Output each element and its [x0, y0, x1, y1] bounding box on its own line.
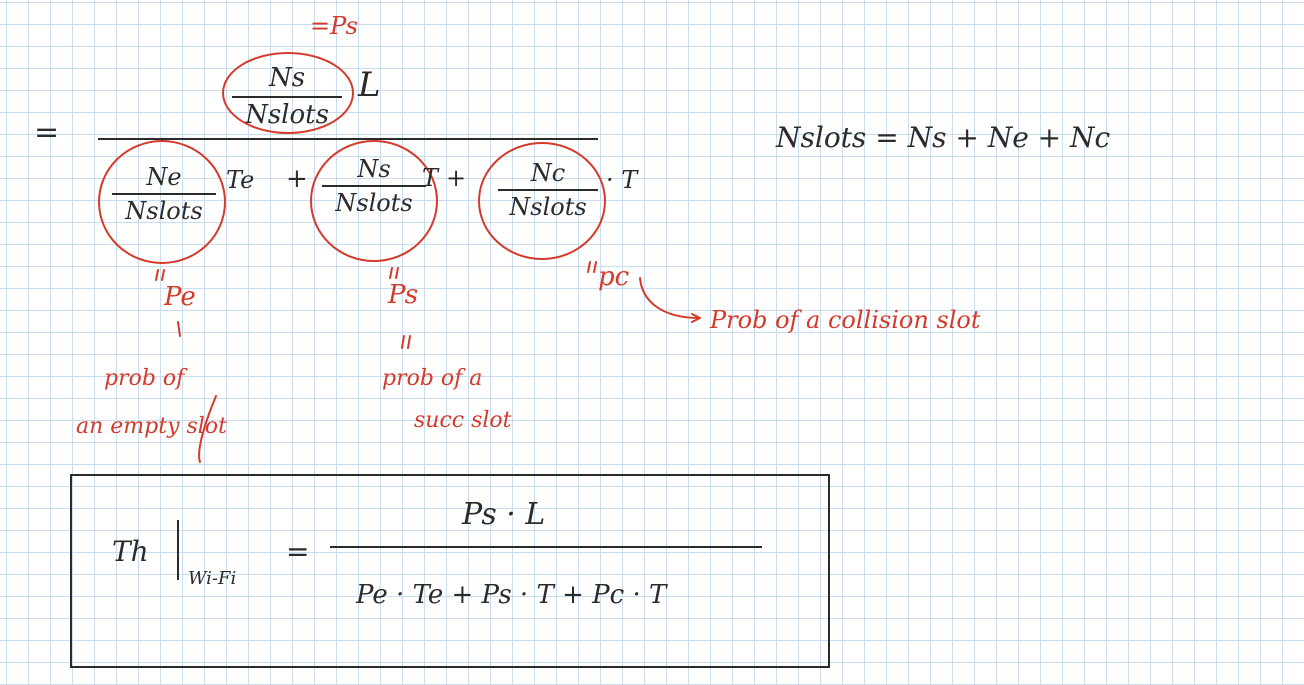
result-box — [70, 474, 830, 668]
throughput-symbol: Th — [112, 535, 149, 568]
main-fraction-bar — [98, 138, 598, 140]
connector-ps — [401, 335, 411, 349]
evaluation-bar — [177, 520, 179, 580]
slot-count-equation: Nslots = Ns + Ne + Nc — [776, 121, 1111, 154]
plus-sign-1: + — [286, 164, 308, 194]
label-pe: Pe — [164, 282, 196, 312]
result-fraction-bar — [330, 546, 762, 548]
tick-mark-pc — [587, 261, 597, 273]
numerator-annotation-ps: =Ps — [310, 12, 358, 40]
result-equals-sign: = — [286, 535, 310, 568]
denominator-term-1-factor: Te — [226, 166, 255, 194]
label-pc: pc — [598, 262, 630, 292]
connector-pe — [177, 321, 181, 337]
leading-equals-sign: = — [34, 115, 60, 150]
arrow-pc-to-description — [639, 277, 701, 323]
desc-ps-line-1: prob of a — [382, 366, 483, 391]
throughput-subscript: Wi-Fi — [188, 568, 237, 589]
plus-sign-2: + — [446, 164, 467, 192]
circle-annotation-pc — [478, 142, 606, 260]
desc-pe-line-1: prob of — [104, 366, 185, 391]
desc-ps-line-2: succ slot — [414, 408, 512, 433]
circle-annotation-pe — [98, 140, 226, 264]
denominator-term-2-factor: T — [422, 164, 439, 192]
result-numerator: Ps · L — [462, 497, 546, 532]
circle-annotation-ps — [310, 140, 438, 262]
desc-pc: Prob of a collision slot — [710, 306, 981, 334]
desc-pe-line-2: an empty slot — [76, 414, 227, 439]
circle-annotation-ps-top — [222, 52, 354, 134]
denominator-term-3-factor: · T — [606, 166, 638, 194]
result-denominator: Pe · Te + Ps · T + Pc · T — [356, 580, 667, 610]
numerator-factor-l: L — [358, 65, 381, 105]
tick-mark-ps — [389, 267, 399, 279]
tick-mark-pe — [155, 269, 165, 281]
label-ps: Ps — [388, 280, 419, 310]
